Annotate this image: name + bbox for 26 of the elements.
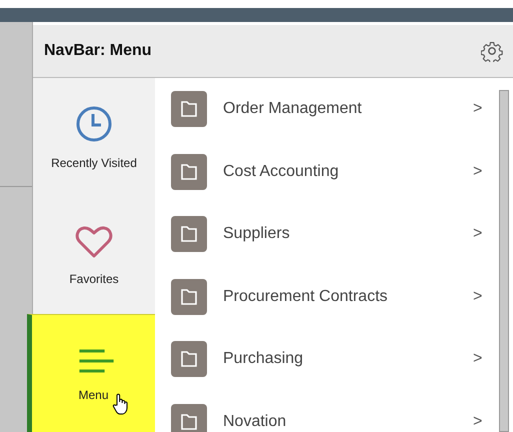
chevron: > (473, 350, 484, 368)
hand-cursor-icon (112, 393, 128, 415)
chevron: > (473, 225, 484, 244)
folder-icon (171, 154, 207, 190)
chevron: > (473, 288, 484, 306)
menu-item[interactable]: Purchasing > (171, 328, 497, 390)
chevron: > (473, 412, 484, 431)
panel-title: NavBar: Menu (44, 42, 152, 60)
chevron: > (473, 162, 484, 181)
scrollbar[interactable] (499, 90, 509, 432)
menu-item[interactable]: Novation > (171, 390, 497, 432)
menu-item[interactable]: Cost Accounting > (171, 140, 497, 203)
menu-item[interactable]: Suppliers > (171, 203, 497, 266)
settings-icon[interactable] (481, 40, 503, 62)
heart-icon (74, 224, 114, 260)
folder-icon (171, 216, 207, 252)
chevron: > (473, 100, 484, 118)
menu-item[interactable]: Order Management > (171, 78, 497, 140)
nav-tab[interactable]: Recently Visited (33, 78, 155, 196)
folder-icon (171, 278, 207, 315)
clock-icon (74, 104, 114, 144)
folder-icon (171, 341, 207, 378)
nav-tab[interactable]: Favorites (33, 196, 155, 314)
menu-item[interactable]: Procurement Contracts > (171, 266, 497, 328)
nav-tab[interactable]: Menu (27, 314, 155, 432)
folder-icon (171, 91, 207, 128)
